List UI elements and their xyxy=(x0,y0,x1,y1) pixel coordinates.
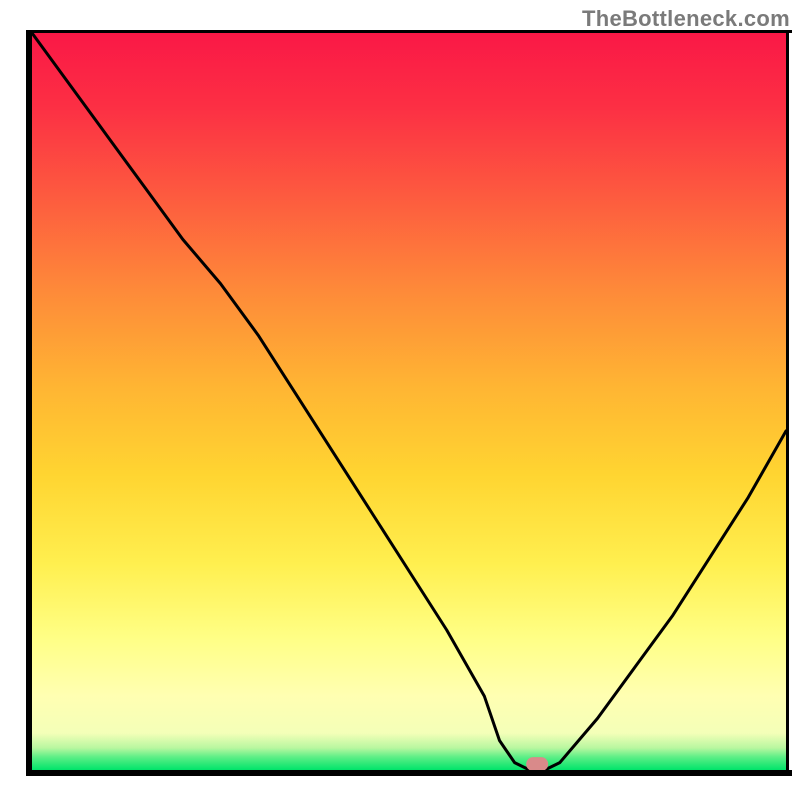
chart-container: TheBottleneck.com xyxy=(0,0,800,800)
bottleneck-chart xyxy=(0,0,800,800)
watermark-text: TheBottleneck.com xyxy=(582,6,790,32)
